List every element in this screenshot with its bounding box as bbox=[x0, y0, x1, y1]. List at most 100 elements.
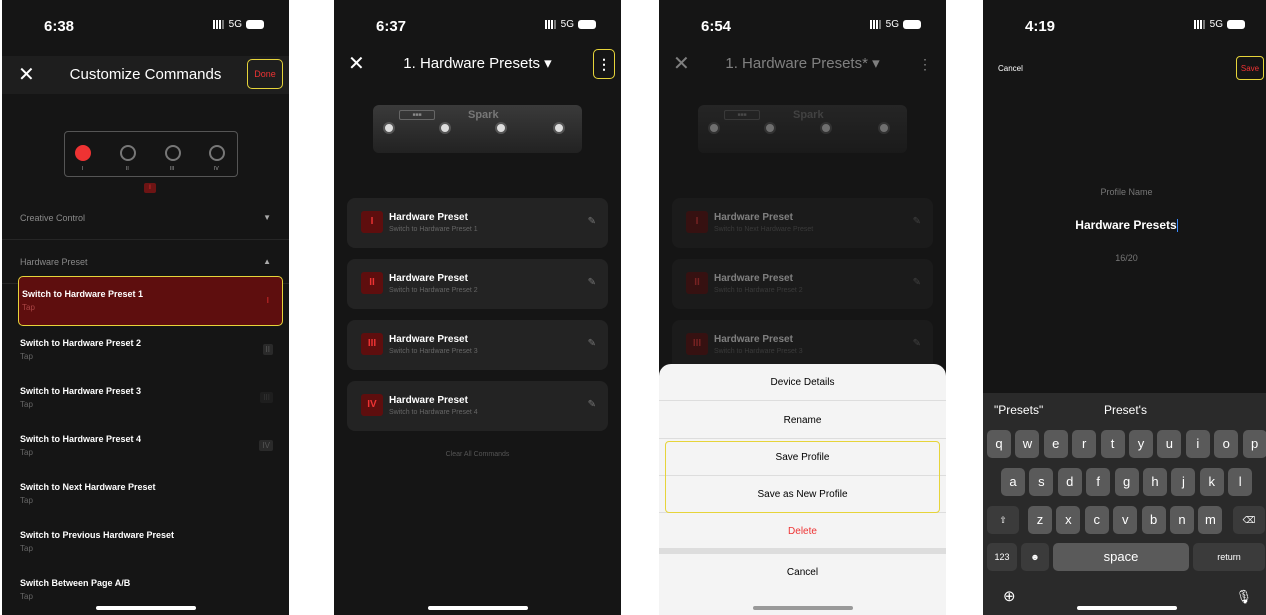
device-logo: Spark bbox=[468, 109, 499, 121]
footswitch-2[interactable] bbox=[120, 145, 136, 161]
command-row[interactable]: Switch to Next Hardware Preset Tap bbox=[2, 470, 289, 518]
key[interactable]: g bbox=[1114, 468, 1139, 496]
key[interactable]: h bbox=[1143, 468, 1167, 496]
network-label: 5G bbox=[560, 19, 574, 30]
key[interactable]: x bbox=[1056, 506, 1081, 534]
highlight-box bbox=[665, 441, 940, 513]
key[interactable]: q bbox=[987, 430, 1011, 458]
device-screen: ■■■ bbox=[399, 110, 435, 120]
home-indicator bbox=[752, 606, 853, 610]
command-badge: I bbox=[266, 296, 269, 305]
edit-icon: ✎ bbox=[912, 338, 921, 349]
more-menu-button[interactable]: ⋮ bbox=[593, 49, 615, 79]
preset-card: I Hardware Preset Switch to Next Hardwar… bbox=[672, 198, 933, 248]
clear-all-commands-link[interactable]: Clear All Commands bbox=[334, 451, 621, 458]
key[interactable]: s bbox=[1029, 468, 1054, 496]
section-creative-control[interactable]: Creative Control ▼ bbox=[2, 196, 289, 240]
key[interactable]: w bbox=[1015, 430, 1040, 458]
cancel-button[interactable]: Cancel bbox=[998, 64, 1023, 73]
key[interactable]: f bbox=[1086, 468, 1111, 496]
suggestion-item[interactable]: "Presets" bbox=[994, 403, 1043, 417]
microphone-icon[interactable]: 🎙 bbox=[1235, 589, 1252, 605]
network-label: 5G bbox=[1209, 19, 1223, 30]
preset-card[interactable]: III Hardware Preset Switch to Hardware P… bbox=[347, 320, 608, 370]
footswitch-4[interactable] bbox=[209, 145, 225, 161]
edit-icon[interactable]: ✎ bbox=[588, 216, 596, 227]
command-row[interactable]: Switch to Previous Hardware Preset Tap bbox=[2, 518, 289, 566]
edit-icon[interactable]: ✎ bbox=[588, 277, 596, 288]
key[interactable]: a bbox=[1001, 468, 1025, 496]
key[interactable]: t bbox=[1100, 430, 1125, 458]
preset-title: Hardware Preset bbox=[389, 395, 468, 406]
key[interactable]: y bbox=[1129, 430, 1153, 458]
command-badge: III bbox=[260, 392, 273, 403]
suggestion-bar: "Presets" Preset's bbox=[983, 393, 1266, 427]
return-key[interactable]: return bbox=[1193, 543, 1265, 571]
preset-title: Hardware Preset bbox=[714, 334, 793, 345]
status-time: 6:37 bbox=[376, 18, 407, 35]
cancel-option[interactable]: Cancel bbox=[659, 554, 946, 591]
header: ✕ Customize Commands Done bbox=[2, 56, 289, 94]
space-key[interactable]: space bbox=[1053, 543, 1189, 571]
command-badge: IV bbox=[259, 440, 273, 451]
key[interactable]: n bbox=[1170, 506, 1194, 534]
edit-icon: ✎ bbox=[912, 216, 921, 227]
suggestion-item[interactable]: Preset's bbox=[1104, 403, 1147, 417]
delete-option[interactable]: Delete bbox=[659, 513, 946, 550]
key[interactable]: u bbox=[1157, 430, 1182, 458]
key[interactable]: o bbox=[1214, 430, 1239, 458]
phone-hardware-presets: 6:37 5G ✕ 1. Hardware Presets ▾ ⋮ ■■■ Sp… bbox=[334, 0, 621, 615]
preset-card[interactable]: I Hardware Preset Switch to Hardware Pre… bbox=[347, 198, 608, 248]
key[interactable]: p bbox=[1242, 430, 1266, 458]
rename-option[interactable]: Rename bbox=[659, 402, 946, 439]
command-gesture: Tap bbox=[22, 303, 35, 312]
signal-icon bbox=[544, 20, 557, 29]
chevron-up-icon: ▲ bbox=[263, 257, 271, 266]
device-details-option[interactable]: Device Details bbox=[659, 364, 946, 401]
footswitch-1[interactable] bbox=[75, 145, 91, 161]
key[interactable]: r bbox=[1072, 430, 1097, 458]
preset-card: II Hardware Preset Switch to Hardware Pr… bbox=[672, 259, 933, 309]
preset-card[interactable]: II Hardware Preset Switch to Hardware Pr… bbox=[347, 259, 608, 309]
backspace-key-icon[interactable]: ⌫ bbox=[1233, 506, 1265, 534]
profile-title-dropdown[interactable]: 1. Hardware Presets ▾ bbox=[334, 54, 621, 72]
edit-icon[interactable]: ✎ bbox=[588, 338, 596, 349]
key[interactable]: d bbox=[1057, 468, 1082, 496]
command-row[interactable]: Switch to Hardware Preset 1 Tap I bbox=[18, 276, 283, 326]
profile-name-field[interactable]: Hardware Presets bbox=[983, 218, 1266, 233]
preset-title: Hardware Preset bbox=[714, 212, 793, 223]
footswitch-3[interactable] bbox=[165, 145, 181, 161]
device-knob bbox=[708, 122, 720, 134]
device-knob bbox=[764, 122, 776, 134]
preset-card[interactable]: IV Hardware Preset Switch to Hardware Pr… bbox=[347, 381, 608, 431]
footswitch-label: I bbox=[82, 166, 84, 172]
pedal-diagram: I II III IV bbox=[64, 131, 238, 177]
key[interactable]: k bbox=[1199, 468, 1224, 496]
command-row[interactable]: Switch to Hardware Preset 3 Tap III bbox=[2, 374, 289, 422]
command-row[interactable]: Switch to Hardware Preset 4 Tap IV bbox=[2, 422, 289, 470]
key[interactable]: i bbox=[1185, 430, 1210, 458]
status-bar: 4:19 5G bbox=[983, 0, 1266, 56]
key[interactable]: j bbox=[1171, 468, 1196, 496]
key[interactable]: l bbox=[1228, 468, 1253, 496]
key[interactable]: m bbox=[1198, 506, 1223, 534]
key[interactable]: b bbox=[1141, 506, 1166, 534]
phone-profile-actions: 6:54 5G ✕ 1. Hardware Presets* ▾ ⋮ ■■■ S… bbox=[659, 0, 946, 615]
status-bar: 6:54 5G bbox=[659, 0, 946, 56]
edit-icon[interactable]: ✎ bbox=[588, 399, 596, 410]
key[interactable]: v bbox=[1113, 506, 1138, 534]
numbers-key[interactable]: 123 bbox=[987, 543, 1017, 571]
footswitch-label: IV bbox=[214, 166, 219, 172]
globe-icon[interactable]: ⊕ bbox=[1003, 587, 1016, 605]
key[interactable]: e bbox=[1043, 430, 1068, 458]
signal-icon bbox=[212, 20, 225, 29]
shift-key-icon[interactable]: ⇧ bbox=[987, 506, 1019, 534]
save-button[interactable]: Save bbox=[1236, 56, 1264, 80]
command-row[interactable]: Switch to Hardware Preset 2 Tap II bbox=[2, 326, 289, 374]
key[interactable]: c bbox=[1084, 506, 1109, 534]
key[interactable]: z bbox=[1028, 506, 1052, 534]
preset-title: Hardware Preset bbox=[389, 273, 468, 284]
status-time: 4:19 bbox=[1025, 18, 1056, 35]
emoji-key-icon[interactable]: ☻ bbox=[1021, 543, 1049, 571]
done-button[interactable]: Done bbox=[247, 59, 283, 89]
